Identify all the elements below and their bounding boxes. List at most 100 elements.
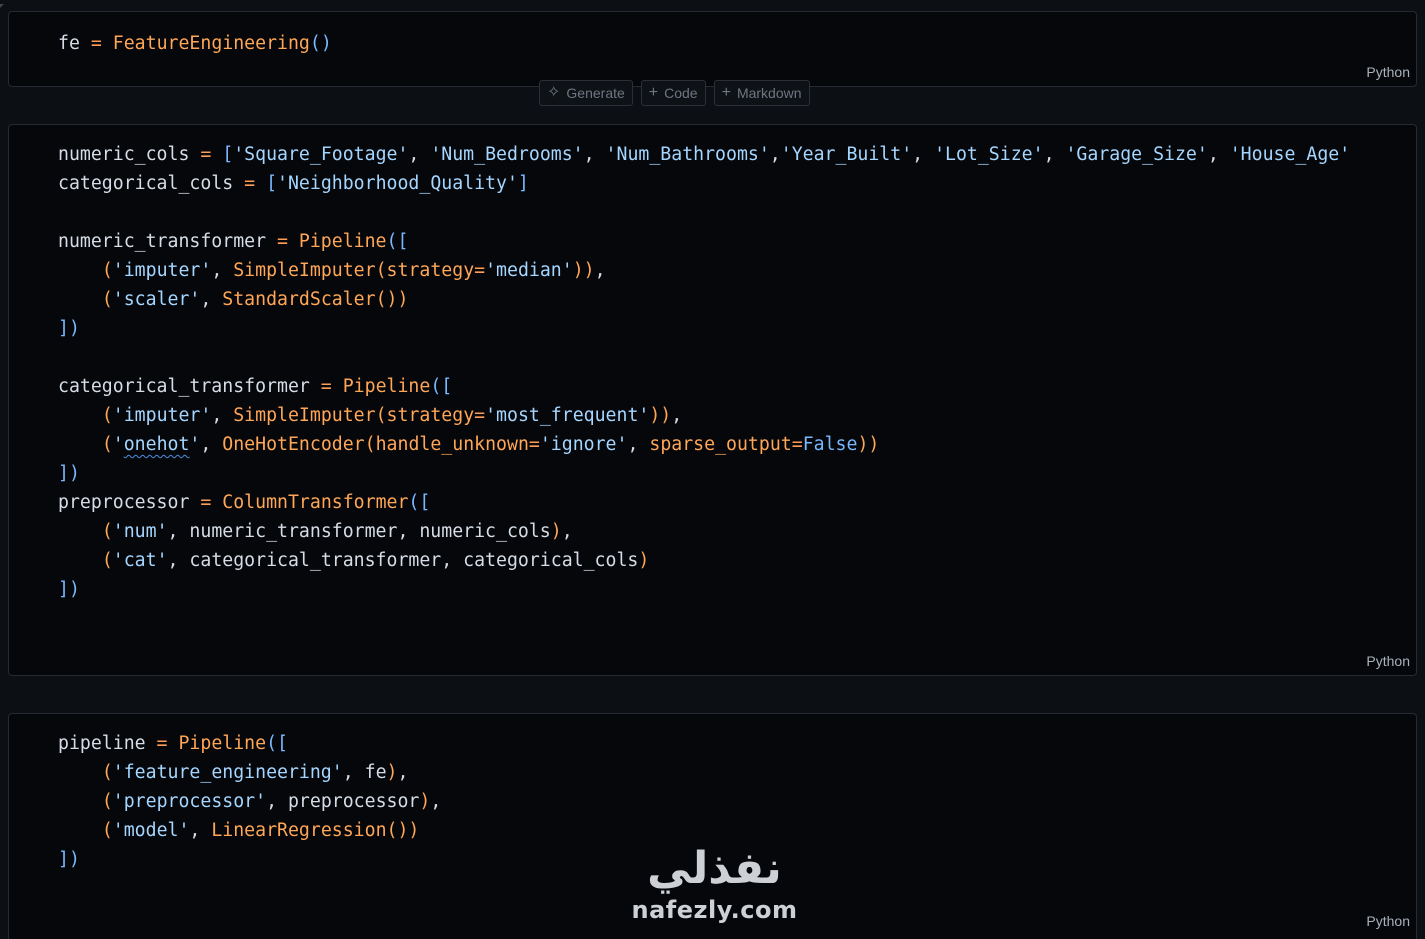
code-token: 'scaler' <box>112 289 201 310</box>
add-markdown-cell-button[interactable]: + Markdown <box>713 80 810 106</box>
code-line[interactable]: ('imputer', SimpleImputer(strategy='medi… <box>58 256 1350 285</box>
code-token: )) <box>572 260 595 281</box>
code-token: , <box>200 434 223 455</box>
nafezly-watermark: نفذلي nafezly.com <box>627 842 802 924</box>
code-token: 'median' <box>485 260 573 281</box>
code-line[interactable]: fe = FeatureEngineering() <box>58 29 332 58</box>
code-line[interactable]: ('preprocessor', preprocessor), <box>58 787 441 816</box>
code-line[interactable]: ('model', LinearRegression()) <box>58 816 441 845</box>
code-token: categorical_transformer <box>58 376 310 397</box>
code-token: fe <box>58 33 80 54</box>
code-line[interactable] <box>58 198 1350 227</box>
code-token: 'imputer' <box>112 405 212 426</box>
watermark-domain: nafezly.com <box>631 896 798 924</box>
code-token: numeric_cols <box>58 144 190 165</box>
code-token: ' <box>112 434 124 455</box>
code-label: Code <box>664 85 698 101</box>
language-badge[interactable]: Python <box>1366 653 1410 669</box>
code-token: 'num' <box>112 521 168 542</box>
code-token: , categorical_transformer, categorical_c… <box>167 550 639 571</box>
code-token: ( <box>101 550 113 571</box>
code-token: , preprocessor <box>266 791 420 812</box>
code-token: SimpleImputer <box>233 405 376 426</box>
code-token: LinearRegression <box>211 820 387 841</box>
code-token: ]) <box>58 579 80 600</box>
code-token: , <box>583 144 606 165</box>
watermark-arabic: نفذلي <box>647 843 782 894</box>
code-line[interactable]: ('scaler', StandardScaler()) <box>58 285 1350 314</box>
code-token: , <box>189 820 212 841</box>
code-token: ) <box>386 762 398 783</box>
code-cell-2[interactable]: numeric_cols = ['Square_Footage', 'Num_B… <box>8 124 1417 676</box>
code-token: 'ignore' <box>539 434 628 455</box>
code-token: 'imputer' <box>112 260 212 281</box>
add-code-cell-button[interactable]: + Code <box>640 80 706 106</box>
language-badge[interactable]: Python <box>1366 64 1410 80</box>
code-token: , numeric_transformer, numeric_cols <box>167 521 551 542</box>
code-token: , <box>671 405 683 426</box>
code-editor[interactable]: numeric_cols = ['Square_Footage', 'Num_B… <box>58 140 1350 604</box>
code-token: = <box>145 733 179 754</box>
code-token: ( <box>101 791 113 812</box>
code-token: ()) <box>386 820 420 841</box>
code-line[interactable]: ]) <box>58 459 1350 488</box>
code-line[interactable]: ('imputer', SimpleImputer(strategy='most… <box>58 401 1350 430</box>
code-token: , <box>627 434 650 455</box>
code-editor[interactable]: fe = FeatureEngineering() <box>58 29 332 58</box>
code-token: ]) <box>58 318 80 339</box>
code-line[interactable]: pipeline = Pipeline([ <box>58 729 441 758</box>
code-token: = <box>266 231 299 252</box>
code-token: () <box>309 33 332 54</box>
code-token: 'Lot_Size' <box>934 144 1044 165</box>
code-cell-1[interactable]: fe = FeatureEngineering() Python <box>8 11 1417 87</box>
code-token: ( <box>101 521 113 542</box>
code-token: 'Year_Built' <box>780 144 913 165</box>
code-line[interactable]: categorical_cols = ['Neighborhood_Qualit… <box>58 169 1350 198</box>
code-token: )) <box>649 405 672 426</box>
generate-label: Generate <box>566 85 625 101</box>
code-token: ) <box>419 791 431 812</box>
code-token: ()) <box>375 289 409 310</box>
code-line[interactable]: ('feature_engineering', fe), <box>58 758 441 787</box>
code-line[interactable]: categorical_transformer = Pipeline([ <box>58 372 1350 401</box>
code-line[interactable]: numeric_transformer = Pipeline([ <box>58 227 1350 256</box>
code-token: ) <box>638 550 650 571</box>
code-token: , <box>408 144 431 165</box>
code-token: ' <box>189 434 201 455</box>
code-line[interactable]: ('cat', categorical_transformer, categor… <box>58 546 1350 575</box>
code-line[interactable]: ]) <box>58 845 441 874</box>
code-token: , <box>1207 144 1230 165</box>
code-editor[interactable]: pipeline = Pipeline([ ('feature_engineer… <box>58 729 441 874</box>
code-token: [ <box>222 144 234 165</box>
code-token: OneHotEncoder <box>222 434 365 455</box>
generate-button[interactable]: ✧ Generate <box>539 80 633 106</box>
code-token: = <box>474 260 486 281</box>
code-line[interactable]: ]) <box>58 575 1350 604</box>
insert-cell-toolbar: ✧ Generate + Code + Markdown <box>539 80 810 106</box>
code-token: 'Num_Bedrooms' <box>430 144 584 165</box>
code-line[interactable]: ('num', numeric_transformer, numeric_col… <box>58 517 1350 546</box>
code-token: = <box>233 173 267 194</box>
code-token: ( <box>101 405 113 426</box>
code-line[interactable] <box>58 343 1350 372</box>
code-token: Pipeline <box>342 376 431 397</box>
code-token: ( <box>101 820 113 841</box>
code-line[interactable]: ('onehot', OneHotEncoder(handle_unknown=… <box>58 430 1350 459</box>
code-token: ( <box>101 260 113 281</box>
code-token: 'most_frequent' <box>485 405 650 426</box>
code-line[interactable]: preprocessor = ColumnTransformer([ <box>58 488 1350 517</box>
code-token: , <box>430 791 442 812</box>
code-token: 'Neighborhood_Quality' <box>277 173 518 194</box>
code-line[interactable]: ]) <box>58 314 1350 343</box>
code-token: )) <box>857 434 880 455</box>
language-badge[interactable]: Python <box>1366 913 1410 929</box>
code-token: , <box>769 144 781 165</box>
code-line[interactable]: numeric_cols = ['Square_Footage', 'Num_B… <box>58 140 1350 169</box>
code-token: ( <box>101 762 113 783</box>
code-token: 'model' <box>112 820 190 841</box>
window-corner-mark <box>0 4 4 8</box>
